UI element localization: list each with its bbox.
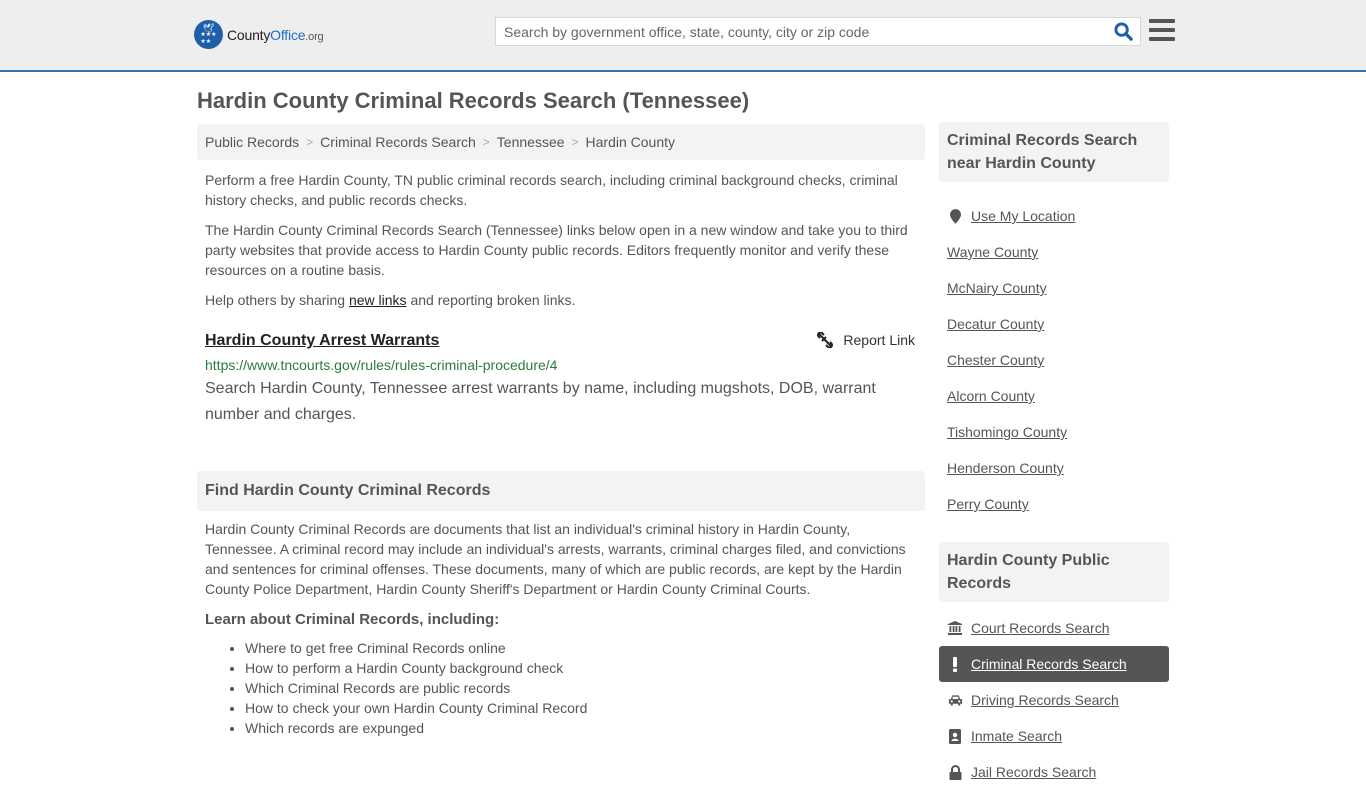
nearby-county-item[interactable]: Henderson County [939, 450, 1169, 486]
sidebar-item-inmate-search[interactable]: Inmate Search [939, 718, 1169, 754]
nearby-county-item[interactable]: Wayne County [939, 234, 1169, 270]
nearby-county-link[interactable]: Decatur County [947, 316, 1044, 332]
report-link-button[interactable]: Report Link [817, 332, 915, 348]
nearby-county-link[interactable]: Perry County [947, 496, 1029, 512]
sidebar-item-jail-records[interactable]: Jail Records Search [939, 754, 1169, 790]
learn-list: Where to get free Criminal Records onlin… [197, 638, 925, 738]
inmate-search-link[interactable]: Inmate Search [971, 728, 1062, 744]
breadcrumb: Public Records > Criminal Records Search… [197, 124, 925, 160]
search-icon [1113, 22, 1133, 41]
list-item: How to check your own Hardin County Crim… [245, 698, 925, 718]
nearby-county-link[interactable]: Chester County [947, 352, 1044, 368]
nearby-county-link[interactable]: Alcorn County [947, 388, 1035, 404]
sidebar-item-driving-records[interactable]: Driving Records Search [939, 682, 1169, 718]
jail-records-link[interactable]: Jail Records Search [971, 764, 1096, 780]
court-records-link[interactable]: Court Records Search [971, 620, 1110, 636]
search-button[interactable] [1106, 18, 1140, 45]
list-item: Where to get free Criminal Records onlin… [245, 638, 925, 658]
driving-records-link[interactable]: Driving Records Search [971, 692, 1119, 708]
breadcrumb-separator: > [482, 135, 490, 149]
criminal-records-link[interactable]: Criminal Records Search [971, 656, 1127, 672]
page-title: Hardin County Criminal Records Search (T… [197, 88, 750, 113]
breadcrumb-criminal-records-search[interactable]: Criminal Records Search [320, 134, 476, 150]
nearby-heading: Criminal Records Search near Hardin Coun… [939, 122, 1169, 182]
nearby-county-link[interactable]: Wayne County [947, 244, 1038, 260]
nearby-county-item[interactable]: Decatur County [939, 306, 1169, 342]
search-input[interactable] [496, 18, 1106, 45]
nearby-county-link[interactable]: Henderson County [947, 460, 1064, 476]
site-logo[interactable]: 🕊︎ ★★★ ★★ CountyOffice.org [194, 20, 324, 49]
nearby-county-link[interactable]: McNairy County [947, 280, 1047, 296]
result-description: Search Hardin County, Tennessee arrest w… [205, 380, 876, 423]
result-title-link[interactable]: Hardin County Arrest Warrants [205, 330, 439, 352]
use-my-location-item[interactable]: Use My Location [939, 198, 1169, 234]
eagle-stars-logo-icon: 🕊︎ ★★★ ★★ [194, 20, 223, 49]
public-records-list: Court Records Search Criminal Records Se… [939, 610, 1169, 790]
new-links-link[interactable]: new links [349, 292, 407, 308]
nearby-county-link[interactable]: Tishomingo County [947, 424, 1067, 440]
nearby-list: Use My Location Wayne County McNairy Cou… [939, 198, 1169, 522]
hamburger-menu-icon[interactable] [1149, 19, 1175, 41]
nearby-county-item[interactable]: Alcorn County [939, 378, 1169, 414]
list-item: Which Criminal Records are public record… [245, 678, 925, 698]
find-records-heading: Find Hardin County Criminal Records [197, 471, 925, 511]
breadcrumb-hardin-county[interactable]: Hardin County [586, 134, 676, 150]
sidebar-item-criminal-records[interactable]: Criminal Records Search [939, 646, 1169, 682]
list-item: Which records are expunged [245, 718, 925, 738]
sidebar: Criminal Records Search near Hardin Coun… [939, 122, 1169, 790]
nearby-county-item[interactable]: McNairy County [939, 270, 1169, 306]
nearby-county-item[interactable]: Tishomingo County [939, 414, 1169, 450]
sidebar-item-court-records[interactable]: Court Records Search [939, 610, 1169, 646]
map-marker-icon [947, 208, 963, 224]
broken-link-icon [817, 332, 834, 348]
search-bar [495, 17, 1141, 46]
use-my-location-link[interactable]: Use My Location [971, 208, 1075, 224]
breadcrumb-public-records[interactable]: Public Records [205, 134, 299, 150]
nearby-county-item[interactable]: Chester County [939, 342, 1169, 378]
nearby-county-item[interactable]: Perry County [939, 486, 1169, 522]
courthouse-icon [947, 621, 963, 635]
result-item: Hardin County Arrest Warrants Report Lin… [197, 330, 925, 428]
intro-paragraph: Perform a free Hardin County, TN public … [205, 172, 898, 208]
site-header: 🕊︎ ★★★ ★★ CountyOffice.org [0, 0, 1366, 72]
list-item: How to perform a Hardin County backgroun… [245, 658, 925, 678]
car-icon [947, 694, 963, 706]
id-badge-icon [947, 728, 963, 744]
lock-icon [947, 764, 963, 780]
learn-heading: Learn about Criminal Records, including: [205, 611, 500, 628]
result-url: https://www.tncourts.gov/rules/rules-cri… [205, 357, 558, 373]
breadcrumb-separator: > [571, 135, 579, 149]
breadcrumb-tennessee[interactable]: Tennessee [497, 134, 565, 150]
logo-wordmark: CountyOffice.org [227, 26, 324, 43]
breadcrumb-separator: > [306, 135, 314, 149]
find-records-paragraph: Hardin County Criminal Records are docum… [205, 521, 906, 597]
main-content: Public Records > Criminal Records Search… [197, 124, 925, 738]
disclaimer-paragraph: The Hardin County Criminal Records Searc… [205, 222, 908, 278]
share-links-paragraph: Help others by sharing new links and rep… [205, 292, 576, 308]
exclamation-icon [947, 656, 963, 672]
public-records-heading: Hardin County Public Records [939, 542, 1169, 602]
